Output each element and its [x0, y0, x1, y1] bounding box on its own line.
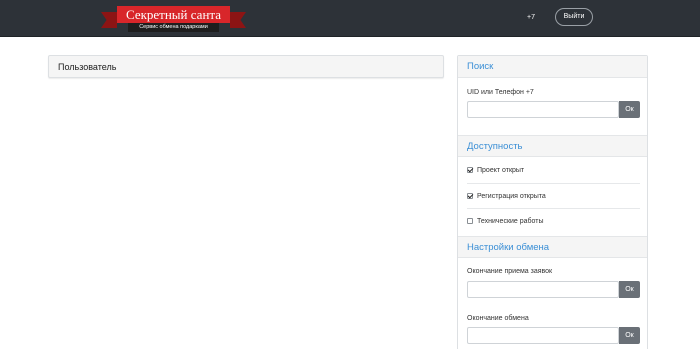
registration-end-ok-button[interactable]: Ок	[619, 281, 640, 298]
checkbox-maintenance-label: Технические работы	[477, 218, 544, 225]
logo[interactable]: Секретный санта Сервис обмена подарками	[101, 4, 246, 32]
checkbox-registration-open-box[interactable]	[467, 193, 473, 199]
availability-section-title: Доступность	[467, 141, 523, 152]
exchange-end-ok-button[interactable]: Ок	[619, 327, 640, 344]
nav-phone-link[interactable]: +7	[527, 13, 535, 23]
checkbox-registration-open-label: Регистрация открыта	[477, 193, 546, 200]
exchange-section-header: Настройки обмена	[458, 236, 647, 258]
exchange-end-label: Окончание обмена	[467, 315, 529, 322]
checkbox-project-open-label: Проект открыт	[477, 167, 525, 174]
exchange-section-title: Настройки обмена	[467, 242, 550, 253]
user-panel: Пользователь	[48, 55, 444, 78]
registration-end-input[interactable]	[467, 281, 619, 298]
user-panel-title: Пользователь	[58, 62, 117, 72]
divider	[467, 183, 640, 184]
ribbon-left-tail	[101, 12, 117, 28]
admin-sidebar: Поиск UID или Телефон +7 Ок Доступность …	[457, 55, 648, 349]
logout-button[interactable]: Выйти	[555, 8, 593, 26]
logo-subtitle: Сервис обмена подарками	[128, 23, 219, 32]
search-input[interactable]	[467, 101, 619, 118]
search-section-header: Поиск	[458, 56, 647, 78]
search-field-label: UID или Телефон +7	[467, 89, 534, 96]
divider	[467, 208, 640, 209]
ribbon-right-tail	[230, 12, 246, 28]
registration-end-label: Окончание приема заявок	[467, 268, 553, 275]
checkbox-maintenance-box[interactable]	[467, 218, 473, 224]
logo-title: Секретный санта	[117, 6, 230, 23]
top-navbar: Секретный санта Сервис обмена подарками …	[0, 0, 700, 37]
search-section-title: Поиск	[467, 61, 494, 72]
exchange-end-input[interactable]	[467, 327, 619, 344]
availability-section-header: Доступность	[458, 135, 647, 157]
search-ok-button[interactable]: Ок	[619, 101, 640, 118]
checkbox-project-open-box[interactable]	[467, 167, 473, 173]
